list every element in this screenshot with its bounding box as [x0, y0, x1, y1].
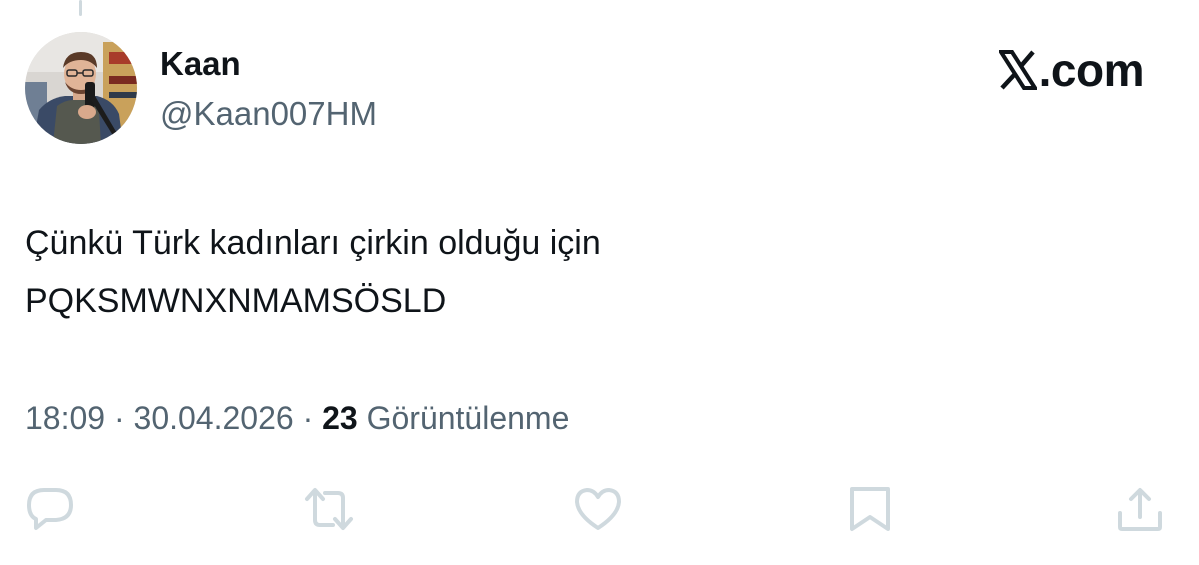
- views-count: 23: [322, 400, 358, 436]
- retweet-icon: [305, 488, 353, 530]
- tweet-time[interactable]: 18:09: [25, 400, 105, 436]
- thread-connector-line: [79, 0, 82, 16]
- tweet-text-line-2: PQKSMWNXNMAMSÖSLD: [25, 282, 447, 320]
- x-com-brand: .com: [996, 42, 1145, 98]
- tweet-date[interactable]: 30.04.2026: [134, 400, 294, 436]
- author-display-name[interactable]: Kaan: [160, 44, 241, 84]
- share-button[interactable]: [1113, 482, 1167, 536]
- tweet-meta: 18:09 · 30.04.2026 · 23 Görüntülenme: [25, 396, 569, 440]
- share-icon: [1118, 488, 1162, 531]
- tweet-body: Çünkü Türk kadınları çirkin olduğu için …: [25, 214, 1125, 330]
- like-icon: [575, 488, 621, 530]
- reply-icon: [27, 488, 73, 530]
- meta-separator: ·: [302, 400, 314, 436]
- bookmark-button[interactable]: [843, 482, 897, 536]
- views-label: Görüntülenme: [366, 400, 570, 436]
- retweet-button[interactable]: [302, 482, 356, 536]
- x-logo-icon: [996, 50, 1039, 90]
- tweet-text-line-1: Çünkü Türk kadınları çirkin olduğu için: [25, 224, 601, 262]
- like-button[interactable]: [571, 482, 625, 536]
- avatar[interactable]: [25, 32, 137, 144]
- author-handle[interactable]: @Kaan007HM: [160, 94, 377, 134]
- brand-domain-text: .com: [1038, 44, 1145, 96]
- bookmark-icon: [850, 487, 890, 531]
- avatar-image: [25, 32, 137, 144]
- meta-separator: ·: [113, 400, 125, 436]
- tweet-actions-bar: [0, 482, 1199, 536]
- reply-button[interactable]: [23, 482, 77, 536]
